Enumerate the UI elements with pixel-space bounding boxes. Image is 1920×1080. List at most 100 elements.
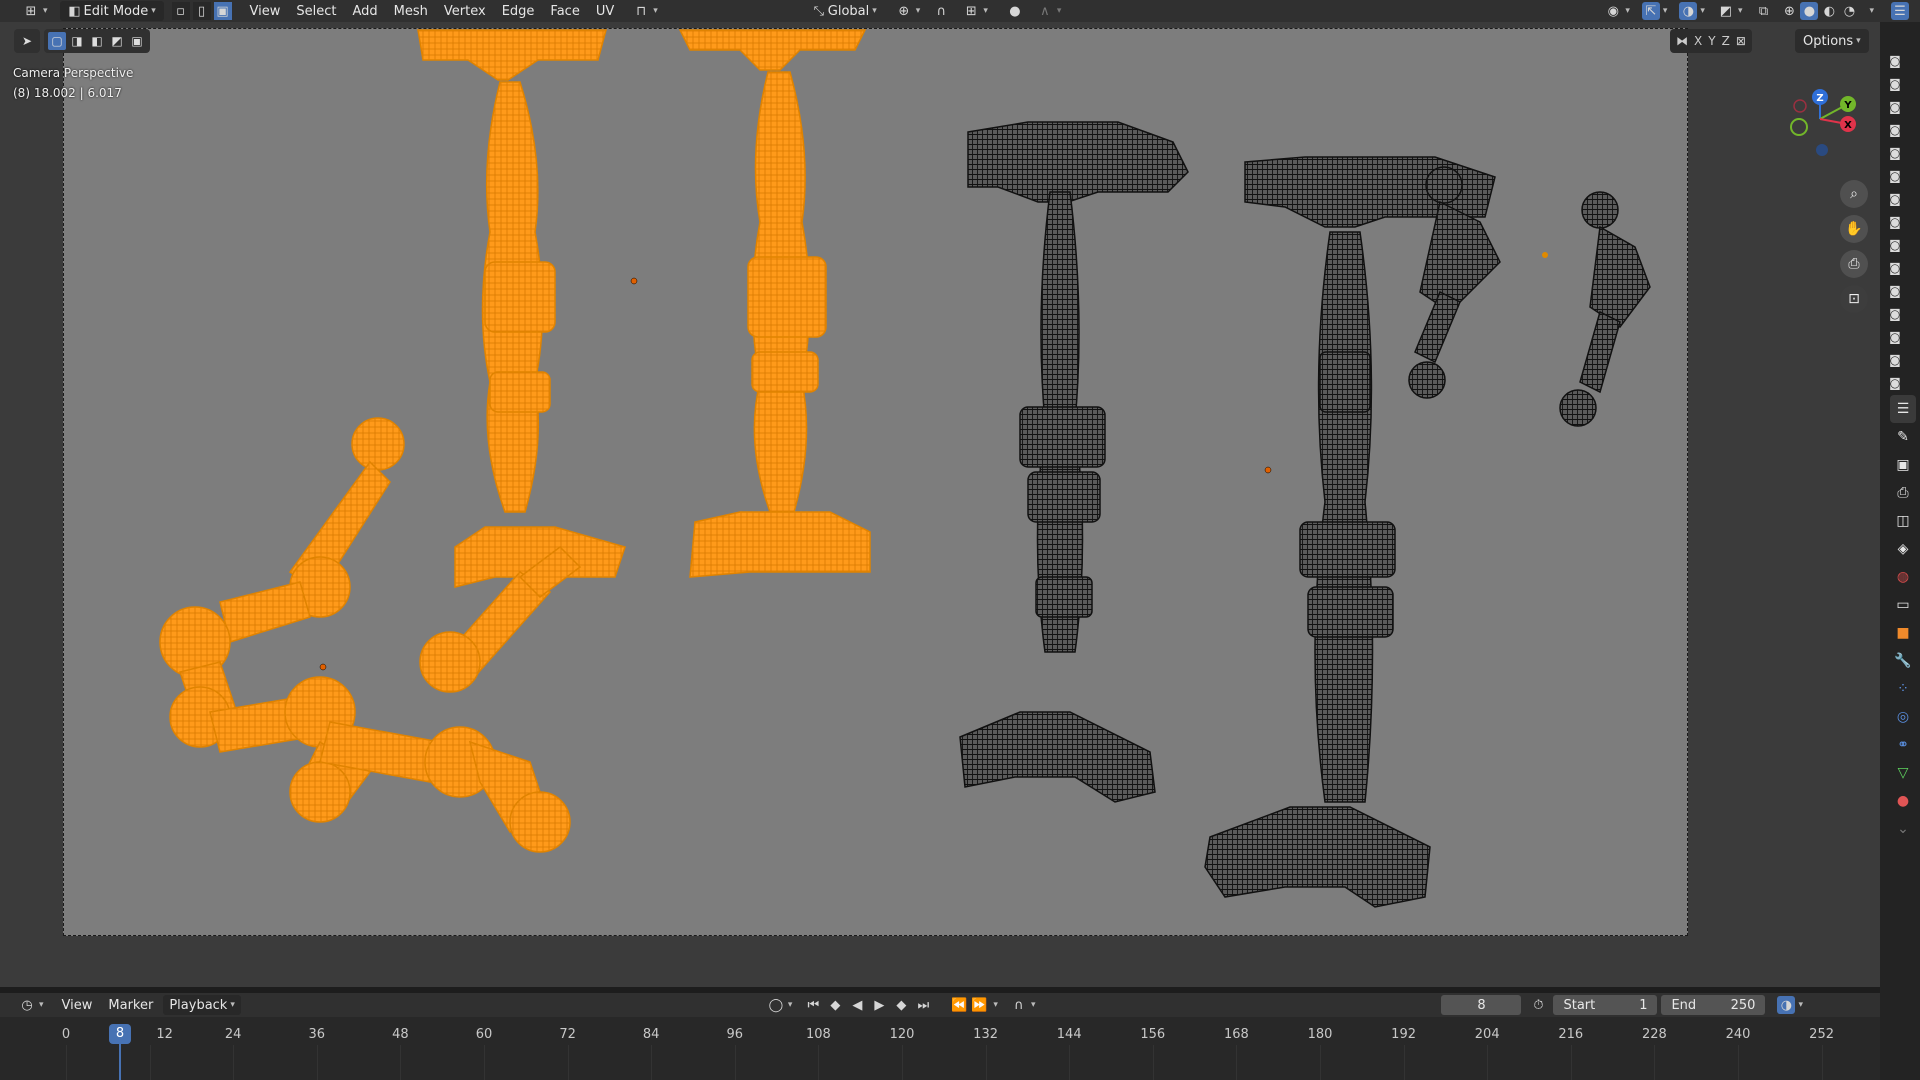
material-shading-icon[interactable]: ◐ bbox=[1820, 2, 1838, 20]
next-frame-icon[interactable]: ⏩ bbox=[970, 996, 988, 1014]
constraints-icon[interactable]: ⚭ bbox=[1890, 731, 1916, 759]
modifier-wrench-icon[interactable]: 🔧 bbox=[1890, 647, 1916, 675]
falloff-dropdown[interactable]: ∧ ▾ bbox=[1030, 1, 1068, 21]
select-extend-icon[interactable]: ◨ bbox=[68, 32, 86, 50]
shading-options-dropdown[interactable]: ▾ bbox=[1860, 1, 1880, 21]
uv-sync-button[interactable]: ⊓ ▾ bbox=[626, 1, 664, 21]
camera-object-icon[interactable]: ◙ bbox=[1886, 305, 1904, 323]
edge-select-icon[interactable]: ▯ bbox=[192, 2, 211, 20]
camera-object-icon[interactable]: ◙ bbox=[1886, 144, 1904, 162]
output-icon[interactable]: ⎙ bbox=[1890, 479, 1916, 507]
physics-icon[interactable]: ◎ bbox=[1890, 703, 1916, 731]
snap-dropdown[interactable]: ⊞ ▾ bbox=[956, 1, 994, 21]
lock-icon[interactable]: ⊡ bbox=[1840, 285, 1868, 313]
auto-merge-icon[interactable]: ⊠ bbox=[1736, 34, 1746, 48]
select-intersect-icon[interactable]: ▣ bbox=[128, 32, 146, 50]
snap-toggle[interactable]: ∩ bbox=[926, 1, 956, 21]
collection-icon[interactable]: ▭ bbox=[1890, 591, 1916, 619]
camera-object-icon[interactable]: ◙ bbox=[1886, 213, 1904, 231]
axis-z-toggle[interactable]: Z bbox=[1722, 34, 1730, 48]
pivot-dropdown[interactable]: ⊕ ▾ bbox=[889, 1, 927, 21]
zoom-icon[interactable]: ⌕ bbox=[1840, 180, 1868, 208]
stopwatch-icon[interactable]: ⏱ bbox=[1529, 996, 1547, 1014]
selected-stand-left[interactable] bbox=[417, 29, 626, 588]
face-select-icon[interactable]: ▣ bbox=[213, 2, 232, 20]
texture-icon[interactable]: ⌄ bbox=[1890, 815, 1916, 843]
chevron-down-icon[interactable]: ▾ bbox=[993, 1000, 998, 1010]
start-frame-field[interactable]: Start 1 bbox=[1553, 995, 1658, 1015]
particles-icon[interactable]: ⁘ bbox=[1890, 675, 1916, 703]
rendered-shading-icon[interactable]: ◔ bbox=[1840, 2, 1858, 20]
3d-viewport[interactable]: ➤ ▢ ◨ ◧ ◩ ▣ Camera Perspective (8) 18.00… bbox=[0, 22, 1880, 987]
axis-y-toggle[interactable]: Y bbox=[1708, 34, 1715, 48]
camera-object-icon[interactable]: ◙ bbox=[1886, 374, 1904, 392]
auto-keying-toggle[interactable]: ◯ ▾ bbox=[761, 995, 799, 1015]
render-icon[interactable]: ▣ bbox=[1890, 451, 1916, 479]
camera-object-icon[interactable]: ◙ bbox=[1886, 328, 1904, 346]
playhead-line[interactable] bbox=[119, 1044, 121, 1080]
gizmo-toggle[interactable]: ⇱ ▾ bbox=[1636, 1, 1674, 21]
mesh-edit-overlay-toggle[interactable]: ◩ ▾ bbox=[1711, 1, 1749, 21]
menu-mesh[interactable]: Mesh bbox=[388, 1, 434, 21]
jump-start-icon[interactable]: ⏮ bbox=[804, 996, 822, 1014]
camera-object-icon[interactable]: ◙ bbox=[1886, 121, 1904, 139]
end-frame-field[interactable]: End 250 bbox=[1661, 995, 1766, 1015]
options-dropdown[interactable]: Options ▾ bbox=[1795, 29, 1869, 53]
wireframe-shading-icon[interactable]: ⊕ bbox=[1780, 2, 1798, 20]
world-icon[interactable]: ◍ bbox=[1890, 563, 1916, 591]
data-mesh-icon[interactable]: ▽ bbox=[1890, 759, 1916, 787]
camera-object-icon[interactable]: ◙ bbox=[1886, 259, 1904, 277]
select-new-icon[interactable]: ▢ bbox=[48, 32, 66, 50]
xray-toggle[interactable]: ⧉ bbox=[1748, 1, 1778, 21]
playhead-frame-marker[interactable]: 8 bbox=[109, 1024, 131, 1044]
select-invert-icon[interactable]: ◩ bbox=[108, 32, 126, 50]
scene-icon[interactable]: ◈ bbox=[1890, 535, 1916, 563]
timeline-overlay-toggle[interactable]: ◑ ▾ bbox=[1771, 995, 1809, 1015]
camera-object-icon[interactable]: ◙ bbox=[1886, 52, 1904, 70]
wireframe-robot-arm-2[interactable] bbox=[1559, 191, 1651, 427]
camera-object-icon[interactable]: ◙ bbox=[1886, 351, 1904, 369]
next-keyframe-icon[interactable]: ◆ bbox=[892, 996, 910, 1014]
current-frame-field[interactable]: 8 bbox=[1441, 995, 1522, 1015]
timeline-menu-marker[interactable]: Marker bbox=[102, 995, 159, 1015]
visibility-dropdown[interactable]: ◉ ▾ bbox=[1598, 1, 1636, 21]
camera-object-icon[interactable]: ◙ bbox=[1886, 167, 1904, 185]
camera-view-icon[interactable]: ⎙ bbox=[1840, 250, 1868, 278]
editor-type-button[interactable]: ⊞ ▾ bbox=[16, 1, 54, 21]
select-tool-button[interactable]: ➤ bbox=[14, 29, 40, 53]
timeline-ruler[interactable]: 252 240 228 216 204 192 180 168 156 144 132 120 108 9… bbox=[0, 1017, 1880, 1080]
transform-orientation-dropdown[interactable]: ⤡ Global ▾ bbox=[804, 1, 883, 21]
material-icon[interactable]: ● bbox=[1890, 787, 1916, 815]
menu-select[interactable]: Select bbox=[290, 1, 342, 21]
menu-face[interactable]: Face bbox=[544, 1, 585, 21]
proportional-edit-toggle[interactable]: ● bbox=[1000, 1, 1030, 21]
play-icon[interactable]: ▶ bbox=[870, 996, 888, 1014]
camera-object-icon[interactable]: ◙ bbox=[1886, 282, 1904, 300]
selected-stand-middle[interactable] bbox=[678, 29, 871, 578]
camera-object-icon[interactable]: ◙ bbox=[1886, 236, 1904, 254]
pan-hand-icon[interactable]: ✋ bbox=[1840, 215, 1868, 243]
timeline-menu-view[interactable]: View bbox=[56, 995, 99, 1015]
wireframe-stand-1[interactable] bbox=[959, 121, 1189, 803]
axis-x-toggle[interactable]: X bbox=[1694, 34, 1702, 48]
outliner-icon[interactable]: ☰ bbox=[1891, 2, 1909, 20]
tool-icon[interactable]: ✎ bbox=[1890, 423, 1916, 451]
menu-add[interactable]: Add bbox=[347, 1, 384, 21]
prev-frame-icon[interactable]: ⏪ bbox=[950, 996, 968, 1014]
mode-dropdown[interactable]: ◧ Edit Mode ▾ bbox=[59, 1, 164, 21]
prev-keyframe-icon[interactable]: ◆ bbox=[826, 996, 844, 1014]
select-subtract-icon[interactable]: ◧ bbox=[88, 32, 106, 50]
overlay-toggle[interactable]: ◑ ▾ bbox=[1673, 1, 1711, 21]
camera-object-icon[interactable]: ◙ bbox=[1886, 190, 1904, 208]
menu-view[interactable]: View bbox=[244, 1, 287, 21]
menu-vertex[interactable]: Vertex bbox=[438, 1, 492, 21]
object-icon[interactable]: ■ bbox=[1890, 619, 1916, 647]
menu-uv[interactable]: UV bbox=[590, 1, 620, 21]
menu-edge[interactable]: Edge bbox=[496, 1, 541, 21]
camera-object-icon[interactable]: ◙ bbox=[1886, 75, 1904, 93]
view-layer-icon[interactable]: ◫ bbox=[1890, 507, 1916, 535]
snap-timeline-button[interactable]: ∩ ▾ bbox=[1004, 995, 1042, 1015]
play-reverse-icon[interactable]: ◀ bbox=[848, 996, 866, 1014]
timeline-editor-type-button[interactable]: ◷ ▾ bbox=[12, 995, 50, 1015]
properties-toggle-icon[interactable]: ☰ bbox=[1890, 395, 1916, 423]
